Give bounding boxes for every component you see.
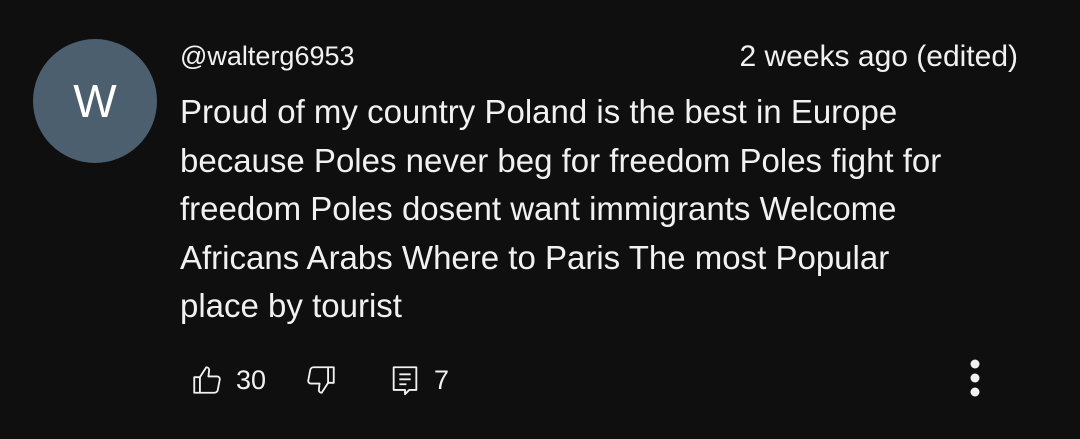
- reply-button[interactable]: 7: [388, 363, 449, 397]
- comment-timestamp[interactable]: 2 weeks ago (edited): [740, 38, 1019, 76]
- comment-header: @walterg6953 2 weeks ago (edited): [180, 38, 1018, 78]
- thumbs-up-icon: [190, 363, 224, 397]
- comment-actions: 30 7: [190, 360, 449, 400]
- comment: W @walterg6953 2 weeks ago (edited) Prou…: [0, 0, 1080, 439]
- more-options-button[interactable]: [958, 356, 992, 404]
- comment-text: Proud of my country Poland is the best i…: [180, 93, 942, 324]
- like-button[interactable]: 30: [190, 363, 266, 397]
- avatar[interactable]: W: [33, 39, 157, 163]
- reply-count: 7: [434, 364, 450, 395]
- thumbs-down-icon: [304, 363, 338, 397]
- dislike-button[interactable]: [304, 363, 338, 397]
- author-handle[interactable]: @walterg6953: [180, 38, 355, 74]
- like-count: 30: [236, 364, 267, 395]
- avatar-letter: W: [73, 75, 117, 127]
- reply-icon: [388, 363, 422, 397]
- more-vertical-icon: [969, 356, 981, 405]
